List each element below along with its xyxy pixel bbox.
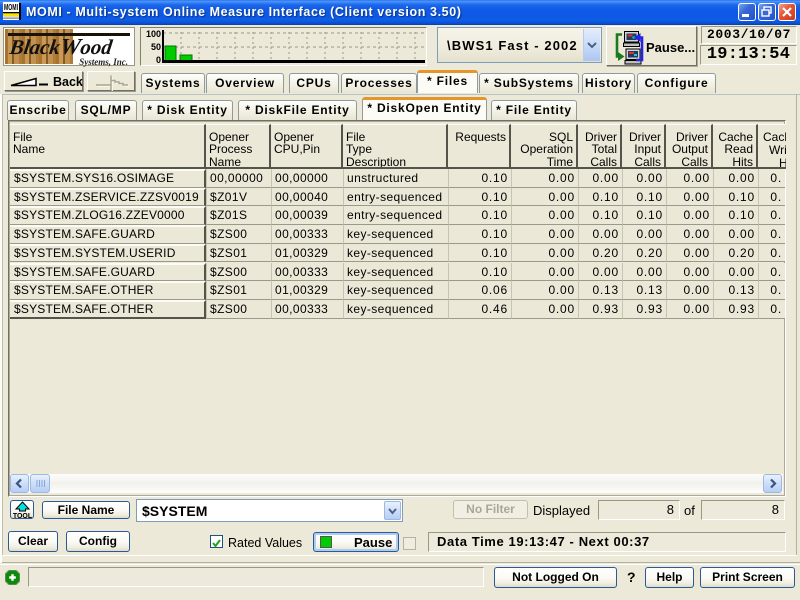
svg-text:50: 50 (151, 42, 161, 52)
svg-text:100: 100 (146, 29, 161, 39)
svg-text:0: 0 (156, 55, 161, 65)
svg-text:MOMI: MOMI (4, 3, 18, 12)
svg-text:TOOL: TOOL (12, 513, 32, 519)
